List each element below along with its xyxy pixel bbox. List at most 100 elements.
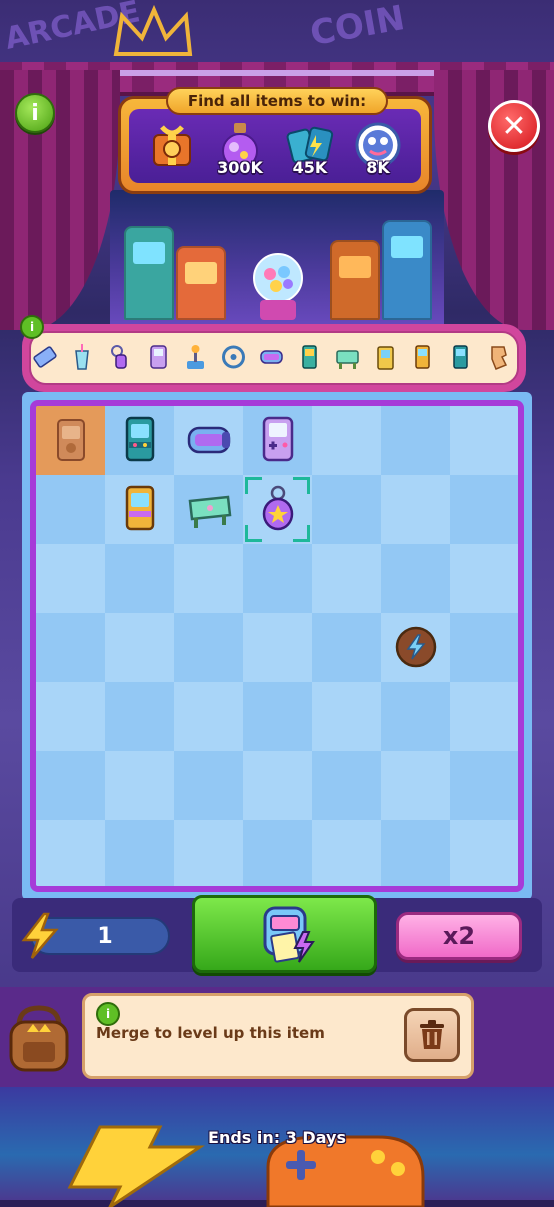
chain-info-button[interactable]: i <box>20 315 44 339</box>
chain-item-ticket[interactable] <box>32 343 57 371</box>
chain-item-locked-item[interactable] <box>486 343 510 371</box>
arcade-scene-illustration <box>110 190 444 330</box>
arcade-cabinet-teal-icon <box>453 345 468 369</box>
board-cell-air-hockey-table[interactable] <box>174 475 243 544</box>
board-cell-energy-bubble[interactable] <box>381 613 450 682</box>
board-cell-empty[interactable] <box>36 613 105 682</box>
board-cell-empty[interactable] <box>105 682 174 751</box>
board-cell-empty[interactable] <box>381 682 450 751</box>
handheld-console-icon <box>150 345 167 369</box>
board-cell-arcade-cabinet-teal[interactable] <box>105 406 174 475</box>
chain-item-arcade-cabinet-yellow[interactable] <box>410 343 434 371</box>
arcade-cabinet-yellow-icon <box>415 345 430 369</box>
board-cell-empty[interactable] <box>243 820 312 886</box>
board-cell-empty[interactable] <box>105 820 174 886</box>
board-cell-empty[interactable] <box>381 544 450 613</box>
board-cell-empty[interactable] <box>105 544 174 613</box>
chain-item-arcade-cabinet-small[interactable] <box>297 343 321 371</box>
close-icon: ✕ <box>501 108 527 144</box>
energy-bubble-icon <box>395 626 437 668</box>
close-button[interactable]: ✕ <box>488 100 540 152</box>
board-cell-empty[interactable] <box>174 820 243 886</box>
soda-cup-icon <box>75 344 89 370</box>
board-cell-empty[interactable] <box>450 544 518 613</box>
board-cell-empty[interactable] <box>174 751 243 820</box>
arcade-cabinet-yellow-icon <box>125 485 155 531</box>
chain-item-handheld-console[interactable] <box>146 343 170 371</box>
claw-machine-toy-icon <box>377 346 394 370</box>
graffiti-coin-decor: COIN <box>307 0 408 54</box>
target-item-value: 8K <box>366 158 390 177</box>
multiplier-button[interactable]: x2 <box>396 912 522 960</box>
board-cell-empty[interactable] <box>450 613 518 682</box>
board-cell-empty[interactable] <box>243 544 312 613</box>
info-icon: i <box>31 100 39 126</box>
hint-text: Merge to level up this item <box>96 1024 325 1042</box>
chain-item-air-hockey-table[interactable] <box>335 343 359 371</box>
board-cell-empty[interactable] <box>450 820 518 886</box>
board-cell-empty[interactable] <box>105 751 174 820</box>
target-item-pet-snacks[interactable]: 8K <box>348 121 408 185</box>
board-cell-empty[interactable] <box>381 475 450 544</box>
chain-item-arcade-cabinet-teal[interactable] <box>448 343 472 371</box>
selection-bracket <box>293 525 310 542</box>
board-cell-empty[interactable] <box>381 406 450 475</box>
board-cell-arcade-cabinet-yellow[interactable] <box>105 475 174 544</box>
board-cell-vr-headset[interactable] <box>174 406 243 475</box>
selection-bracket <box>245 477 262 494</box>
board-cell-empty[interactable] <box>381 820 450 886</box>
board-cell-empty[interactable] <box>312 820 381 886</box>
target-item-gift-box[interactable] <box>142 121 202 185</box>
chain-item-soda-cup[interactable] <box>70 343 94 371</box>
board-cell-empty[interactable] <box>243 613 312 682</box>
board-cell-arcade-cabinet-faded[interactable] <box>36 406 105 475</box>
board-cell-empty[interactable] <box>36 544 105 613</box>
board-cell-keychain[interactable] <box>243 475 312 544</box>
board-cell-empty[interactable] <box>312 613 381 682</box>
board-cell-empty[interactable] <box>36 820 105 886</box>
board-cell-handheld-console[interactable] <box>243 406 312 475</box>
chain-item-joystick[interactable] <box>183 343 207 371</box>
board-cell-empty[interactable] <box>312 406 381 475</box>
target-item-potion[interactable]: 300K <box>210 121 270 185</box>
board-cell-empty[interactable] <box>450 682 518 751</box>
board-cell-empty[interactable] <box>450 475 518 544</box>
trash-button[interactable] <box>404 1008 460 1062</box>
target-item-value: 45K <box>292 158 328 177</box>
board-cell-empty[interactable] <box>174 613 243 682</box>
board-cell-empty[interactable] <box>450 751 518 820</box>
arcade-cabinet-teal-icon <box>125 416 155 462</box>
generator-button[interactable] <box>192 895 377 973</box>
info-button[interactable]: i <box>15 93 55 133</box>
board-cell-empty[interactable] <box>450 406 518 475</box>
chain-item-steering-wheel[interactable] <box>221 343 245 371</box>
hint-info-button[interactable]: i <box>96 1002 120 1026</box>
board-cell-empty[interactable] <box>312 475 381 544</box>
keychain-icon <box>111 345 127 369</box>
board-cell-empty[interactable] <box>312 682 381 751</box>
board-cell-empty[interactable] <box>105 613 174 682</box>
vr-headset-icon <box>260 350 283 364</box>
info-icon: i <box>105 1007 111 1021</box>
board-cell-empty[interactable] <box>36 475 105 544</box>
vr-headset-icon <box>187 426 231 454</box>
trash-can-icon <box>420 1020 444 1049</box>
chain-item-claw-machine-toy[interactable] <box>373 343 397 371</box>
backpack-inventory-icon[interactable] <box>5 1002 73 1074</box>
board-cell-empty[interactable] <box>36 751 105 820</box>
board-cell-empty[interactable] <box>174 682 243 751</box>
board-cell-empty[interactable] <box>312 751 381 820</box>
target-item-value: 300K <box>217 158 263 177</box>
chain-item-keychain[interactable] <box>108 343 132 371</box>
selection-bracket <box>245 525 262 542</box>
board-cell-empty[interactable] <box>36 682 105 751</box>
board-cell-empty[interactable] <box>243 682 312 751</box>
target-item-energy-cards[interactable]: 45K <box>280 121 340 185</box>
board-cell-empty[interactable] <box>312 544 381 613</box>
info-icon: i <box>29 320 35 334</box>
chain-item-vr-headset[interactable] <box>259 343 283 371</box>
crown-graffiti-icon <box>113 4 193 56</box>
board-cell-empty[interactable] <box>174 544 243 613</box>
board-cell-empty[interactable] <box>381 751 450 820</box>
board-cell-empty[interactable] <box>243 751 312 820</box>
